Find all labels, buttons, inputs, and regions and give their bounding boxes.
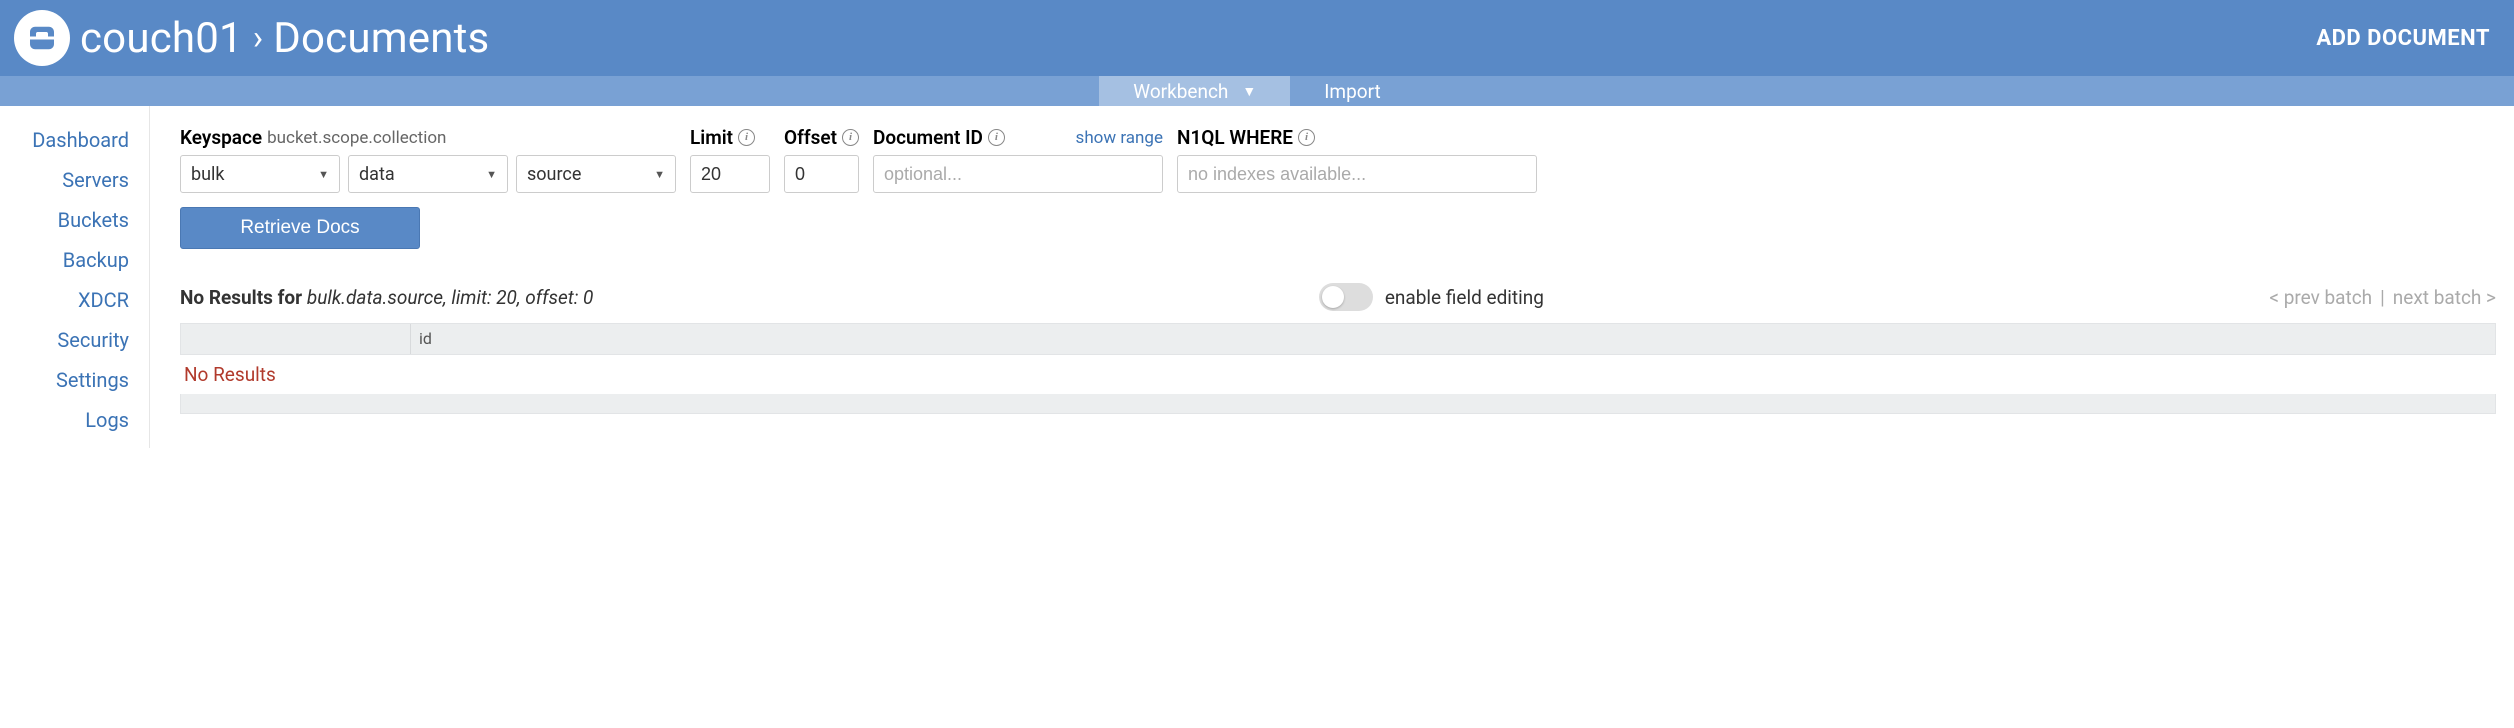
sidebar-item-xdcr[interactable]: XDCR	[0, 288, 129, 312]
sidebar-item-buckets[interactable]: Buckets	[0, 208, 129, 232]
breadcrumb-separator: ›	[253, 18, 263, 58]
filter-row: Keyspace bucket.scope.collection bulk ▼ …	[180, 126, 2496, 193]
tab-import-label: Import	[1324, 80, 1380, 103]
bucket-select[interactable]: bulk ▼	[180, 155, 340, 193]
limit-input-wrap	[690, 155, 770, 193]
sidebar: Dashboard Servers Buckets Backup XDCR Se…	[0, 106, 150, 448]
toggle-switch[interactable]	[1319, 283, 1373, 311]
sidebar-item-logs[interactable]: Logs	[0, 408, 129, 432]
table-footer	[180, 394, 2496, 414]
info-icon[interactable]: i	[988, 129, 1005, 146]
sidebar-item-backup[interactable]: Backup	[0, 248, 129, 272]
couchbase-logo-icon	[24, 20, 60, 56]
table-header: id	[180, 323, 2496, 355]
tab-import[interactable]: Import	[1290, 76, 1414, 106]
sidebar-item-servers[interactable]: Servers	[0, 168, 129, 192]
breadcrumb: couch01 › Documents	[80, 14, 2316, 63]
retrieve-docs-button[interactable]: Retrieve Docs	[180, 207, 420, 249]
sidebar-item-security[interactable]: Security	[0, 328, 129, 352]
batch-navigation: < prev batch | next batch >	[2269, 286, 2496, 309]
results-bar: No Results for bulk.data.source, limit: …	[180, 283, 2496, 311]
table-header-id: id	[411, 324, 2495, 354]
app-header: couch01 › Documents ADD DOCUMENT	[0, 0, 2514, 76]
collection-select[interactable]: source ▼	[516, 155, 676, 193]
tab-workbench-label: Workbench	[1133, 80, 1228, 103]
limit-label: Limit i	[690, 126, 770, 149]
keyspace-group: Keyspace bucket.scope.collection bulk ▼ …	[180, 126, 676, 193]
results-summary: No Results for bulk.data.source, limit: …	[180, 286, 593, 309]
n1ql-label: N1QL WHERE i	[1177, 126, 1537, 149]
info-icon[interactable]: i	[738, 129, 755, 146]
enable-field-editing-toggle[interactable]: enable field editing	[1319, 283, 1544, 311]
offset-group: Offset i	[784, 126, 859, 193]
tab-workbench[interactable]: Workbench ▼	[1099, 76, 1290, 106]
prev-batch-link[interactable]: < prev batch	[2269, 286, 2372, 309]
n1ql-group: N1QL WHERE i	[1177, 126, 1537, 193]
keyspace-label: Keyspace bucket.scope.collection	[180, 126, 676, 149]
offset-label: Offset i	[784, 126, 859, 149]
caret-down-icon: ▼	[486, 168, 497, 181]
caret-down-icon: ▼	[318, 168, 329, 181]
sidebar-item-settings[interactable]: Settings	[0, 368, 129, 392]
next-batch-link[interactable]: next batch >	[2393, 286, 2496, 309]
limit-group: Limit i	[690, 126, 770, 193]
caret-down-icon: ▼	[654, 168, 665, 181]
main-content: Keyspace bucket.scope.collection bulk ▼ …	[150, 106, 2514, 448]
offset-input[interactable]	[795, 156, 848, 192]
chevron-down-icon: ▼	[1242, 83, 1256, 100]
table-empty-row: No Results	[180, 355, 2496, 394]
scope-select[interactable]: data ▼	[348, 155, 508, 193]
sidebar-item-dashboard[interactable]: Dashboard	[0, 128, 129, 152]
docid-group: Document ID i show range	[873, 126, 1163, 193]
page-title: Documents	[273, 14, 489, 63]
show-range-link[interactable]: show range	[1076, 128, 1163, 148]
docid-input-wrap	[873, 155, 1163, 193]
n1ql-input-wrap	[1177, 155, 1537, 193]
table-header-blank	[181, 324, 411, 354]
docid-input[interactable]	[884, 156, 1152, 192]
offset-input-wrap	[784, 155, 859, 193]
limit-input[interactable]	[701, 156, 759, 192]
cluster-name[interactable]: couch01	[80, 14, 243, 63]
secondary-nav: Workbench ▼ Import	[0, 76, 2514, 106]
n1ql-input[interactable]	[1188, 156, 1526, 192]
info-icon[interactable]: i	[1298, 129, 1315, 146]
couchbase-logo	[14, 10, 70, 66]
add-document-button[interactable]: ADD DOCUMENT	[2316, 26, 2490, 51]
info-icon[interactable]: i	[842, 129, 859, 146]
results-table: id No Results	[180, 323, 2496, 414]
docid-label-row: Document ID i show range	[873, 126, 1163, 149]
